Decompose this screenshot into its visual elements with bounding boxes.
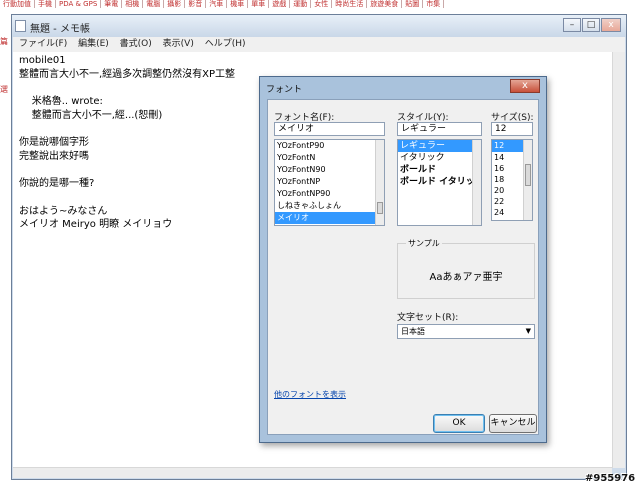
forum-nav-item[interactable]: 電腦 xyxy=(143,0,165,8)
notepad-app-icon xyxy=(15,20,26,32)
text-line: mobile01 xyxy=(19,55,66,66)
forum-nav-item[interactable]: 單車 xyxy=(248,0,270,8)
charset-value: 日本語 xyxy=(401,327,425,336)
ok-button[interactable]: OK xyxy=(433,414,485,433)
forum-nav-item[interactable]: 相機 xyxy=(122,0,144,8)
list-item[interactable]: YOzFontP90 xyxy=(275,140,384,152)
forum-nav-item[interactable]: 運動 xyxy=(290,0,312,8)
forum-nav-item[interactable]: 行動加值 xyxy=(0,0,35,8)
list-item[interactable]: YOzFontN xyxy=(275,152,384,164)
list-item[interactable]: ボールド イタリック xyxy=(398,176,481,188)
notepad-title: 無題 - メモ帳 xyxy=(30,24,90,35)
more-fonts-link[interactable]: 他のフォントを表示 xyxy=(274,389,346,400)
forum-nav-item[interactable]: 市集 xyxy=(423,0,445,8)
size-list-scrollbar[interactable] xyxy=(523,140,532,220)
menu-view[interactable]: 表示(V) xyxy=(163,39,194,49)
menu-help[interactable]: ヘルプ(H) xyxy=(205,39,246,49)
font-name-input[interactable]: メイリオ xyxy=(274,122,385,136)
font-dialog-body: フォント名(F): メイリオ YOzFontP90 YOzFontN YOzFo… xyxy=(267,99,539,435)
font-dialog-titlebar[interactable]: フォント x xyxy=(260,77,546,99)
style-list-scrollbar[interactable] xyxy=(472,140,481,225)
forum-nav-item[interactable]: 手機 xyxy=(35,0,56,8)
forum-nav-item[interactable]: 筆電 xyxy=(101,0,123,8)
menu-format[interactable]: 書式(O) xyxy=(120,39,152,49)
horizontal-scrollbar[interactable] xyxy=(13,467,612,478)
forum-nav-bar: 行動加值 手機 PDA & GPS 筆電 相機 電腦 攝影 影音 汽車 機車 單車 遊戲 運動 女性 時尚生… xyxy=(0,0,640,10)
charset-label: 文字セット(R): xyxy=(397,313,459,323)
forum-nav-item[interactable]: 時尚生活 xyxy=(332,0,368,8)
forum-nav-item[interactable]: 影音 xyxy=(185,0,207,8)
size-input[interactable]: 12 xyxy=(491,122,533,136)
forum-nav-item[interactable]: 攝影 xyxy=(164,0,186,8)
chevron-down-icon: ▼ xyxy=(525,327,531,335)
charset-select[interactable]: 日本語 ▼ xyxy=(397,324,535,339)
style-list[interactable]: レギュラー イタリック ボールド ボールド イタリック xyxy=(397,139,482,226)
forum-nav-item[interactable]: 汽車 xyxy=(206,0,228,8)
close-button[interactable]: x xyxy=(601,18,621,32)
sample-label: サンプル xyxy=(406,238,442,249)
list-item-selected[interactable]: レギュラー xyxy=(398,140,481,152)
list-item-selected[interactable]: メイリオ xyxy=(275,212,384,224)
dialog-close-button[interactable]: x xyxy=(510,79,540,93)
list-item[interactable]: YOzFontNP xyxy=(275,176,384,188)
style-input[interactable]: レギュラー xyxy=(397,122,482,136)
forum-nav-item[interactable]: 機車 xyxy=(227,0,249,8)
sample-text: Aaあぁアァ亜宇 xyxy=(429,272,503,283)
forum-nav-item[interactable]: PDA & GPS xyxy=(56,0,102,8)
list-item[interactable]: ボールド xyxy=(398,164,481,176)
menu-file[interactable]: ファイル(F) xyxy=(19,39,67,49)
vertical-scrollbar[interactable] xyxy=(612,52,625,468)
font-list-scrollbar[interactable] xyxy=(375,140,384,225)
forum-nav-item[interactable]: 女性 xyxy=(311,0,333,8)
list-item[interactable]: YOzFontN90 xyxy=(275,164,384,176)
list-item[interactable]: YOzFontNP90 xyxy=(275,188,384,200)
font-name-list[interactable]: YOzFontP90 YOzFontN YOzFontN90 YOzFontNP… xyxy=(274,139,385,226)
cancel-button[interactable]: キャンセル xyxy=(489,414,537,433)
notepad-menubar: ファイル(F) 編集(E) 書式(O) 表示(V) ヘルプ(H) xyxy=(13,37,625,52)
forum-nav-item[interactable]: 旅遊美食 xyxy=(367,0,403,8)
minimize-button[interactable]: – xyxy=(563,18,581,32)
notepad-titlebar[interactable]: 無題 - メモ帳 – □ x xyxy=(12,15,626,37)
list-item[interactable]: イタリック xyxy=(398,152,481,164)
forum-nav-item[interactable]: 貼圖 xyxy=(402,0,424,8)
watermark-id: #955976 xyxy=(585,473,636,484)
font-dialog-title: フォント xyxy=(266,85,303,95)
forum-nav-item[interactable]: 遊戲 xyxy=(269,0,291,8)
list-item[interactable]: しねきゃふしょん xyxy=(275,200,384,212)
font-dialog: フォント x フォント名(F): メイリオ YOzFontP90 YOzFont… xyxy=(259,76,547,443)
menu-edit[interactable]: 編集(E) xyxy=(78,39,109,49)
maximize-button[interactable]: □ xyxy=(582,18,600,32)
size-list[interactable]: 12 14 16 18 20 22 24 xyxy=(491,139,533,221)
